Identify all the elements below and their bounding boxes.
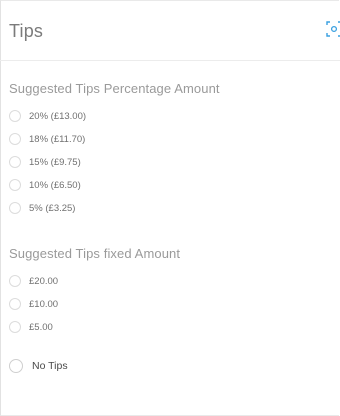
- tip-option-label: 20% (£13.00): [29, 110, 87, 122]
- tip-option-20-percent[interactable]: 20% (£13.00): [9, 108, 86, 124]
- tip-option-label: 10% (£6.50): [29, 179, 81, 191]
- tip-option-20-pounds[interactable]: £20.00: [9, 273, 58, 289]
- radio-button[interactable]: [9, 156, 21, 168]
- tip-option-18-percent[interactable]: 18% (£11.70): [9, 131, 85, 147]
- header: Tips: [0, 0, 340, 61]
- no-tips-option[interactable]: No Tips: [9, 358, 68, 374]
- tip-option-5-pounds[interactable]: £5.00: [9, 319, 53, 335]
- tip-option-label: £10.00: [29, 298, 59, 310]
- tip-option-label: 18% (£11.70): [29, 133, 86, 145]
- radio-button[interactable]: [9, 133, 21, 145]
- no-tips-label: No Tips: [32, 360, 68, 372]
- radio-button[interactable]: [9, 275, 21, 287]
- page-title: Tips: [9, 21, 44, 41]
- tip-option-label: £20.00: [29, 275, 59, 287]
- tip-option-label: 5% (£3.25): [29, 202, 76, 214]
- radio-button[interactable]: [9, 321, 21, 333]
- radio-button[interactable]: [9, 202, 21, 214]
- radio-button[interactable]: [9, 110, 21, 122]
- tip-option-10-pounds[interactable]: £10.00: [9, 296, 58, 312]
- radio-button[interactable]: [9, 179, 21, 191]
- tip-option-10-percent[interactable]: 10% (£6.50): [9, 177, 81, 193]
- fixed-section-title: Suggested Tips fixed Amount: [9, 246, 181, 261]
- tip-option-label: 15% (£9.75): [29, 156, 81, 168]
- percentage-section-title: Suggested Tips Percentage Amount: [9, 81, 220, 96]
- tip-option-label: £5.00: [29, 321, 53, 333]
- tip-option-5-percent[interactable]: 5% (£3.25): [9, 200, 75, 216]
- radio-button[interactable]: [9, 359, 23, 373]
- radio-button[interactable]: [9, 298, 21, 310]
- tip-option-15-percent[interactable]: 15% (£9.75): [9, 154, 81, 170]
- scan-icon[interactable]: [326, 20, 340, 38]
